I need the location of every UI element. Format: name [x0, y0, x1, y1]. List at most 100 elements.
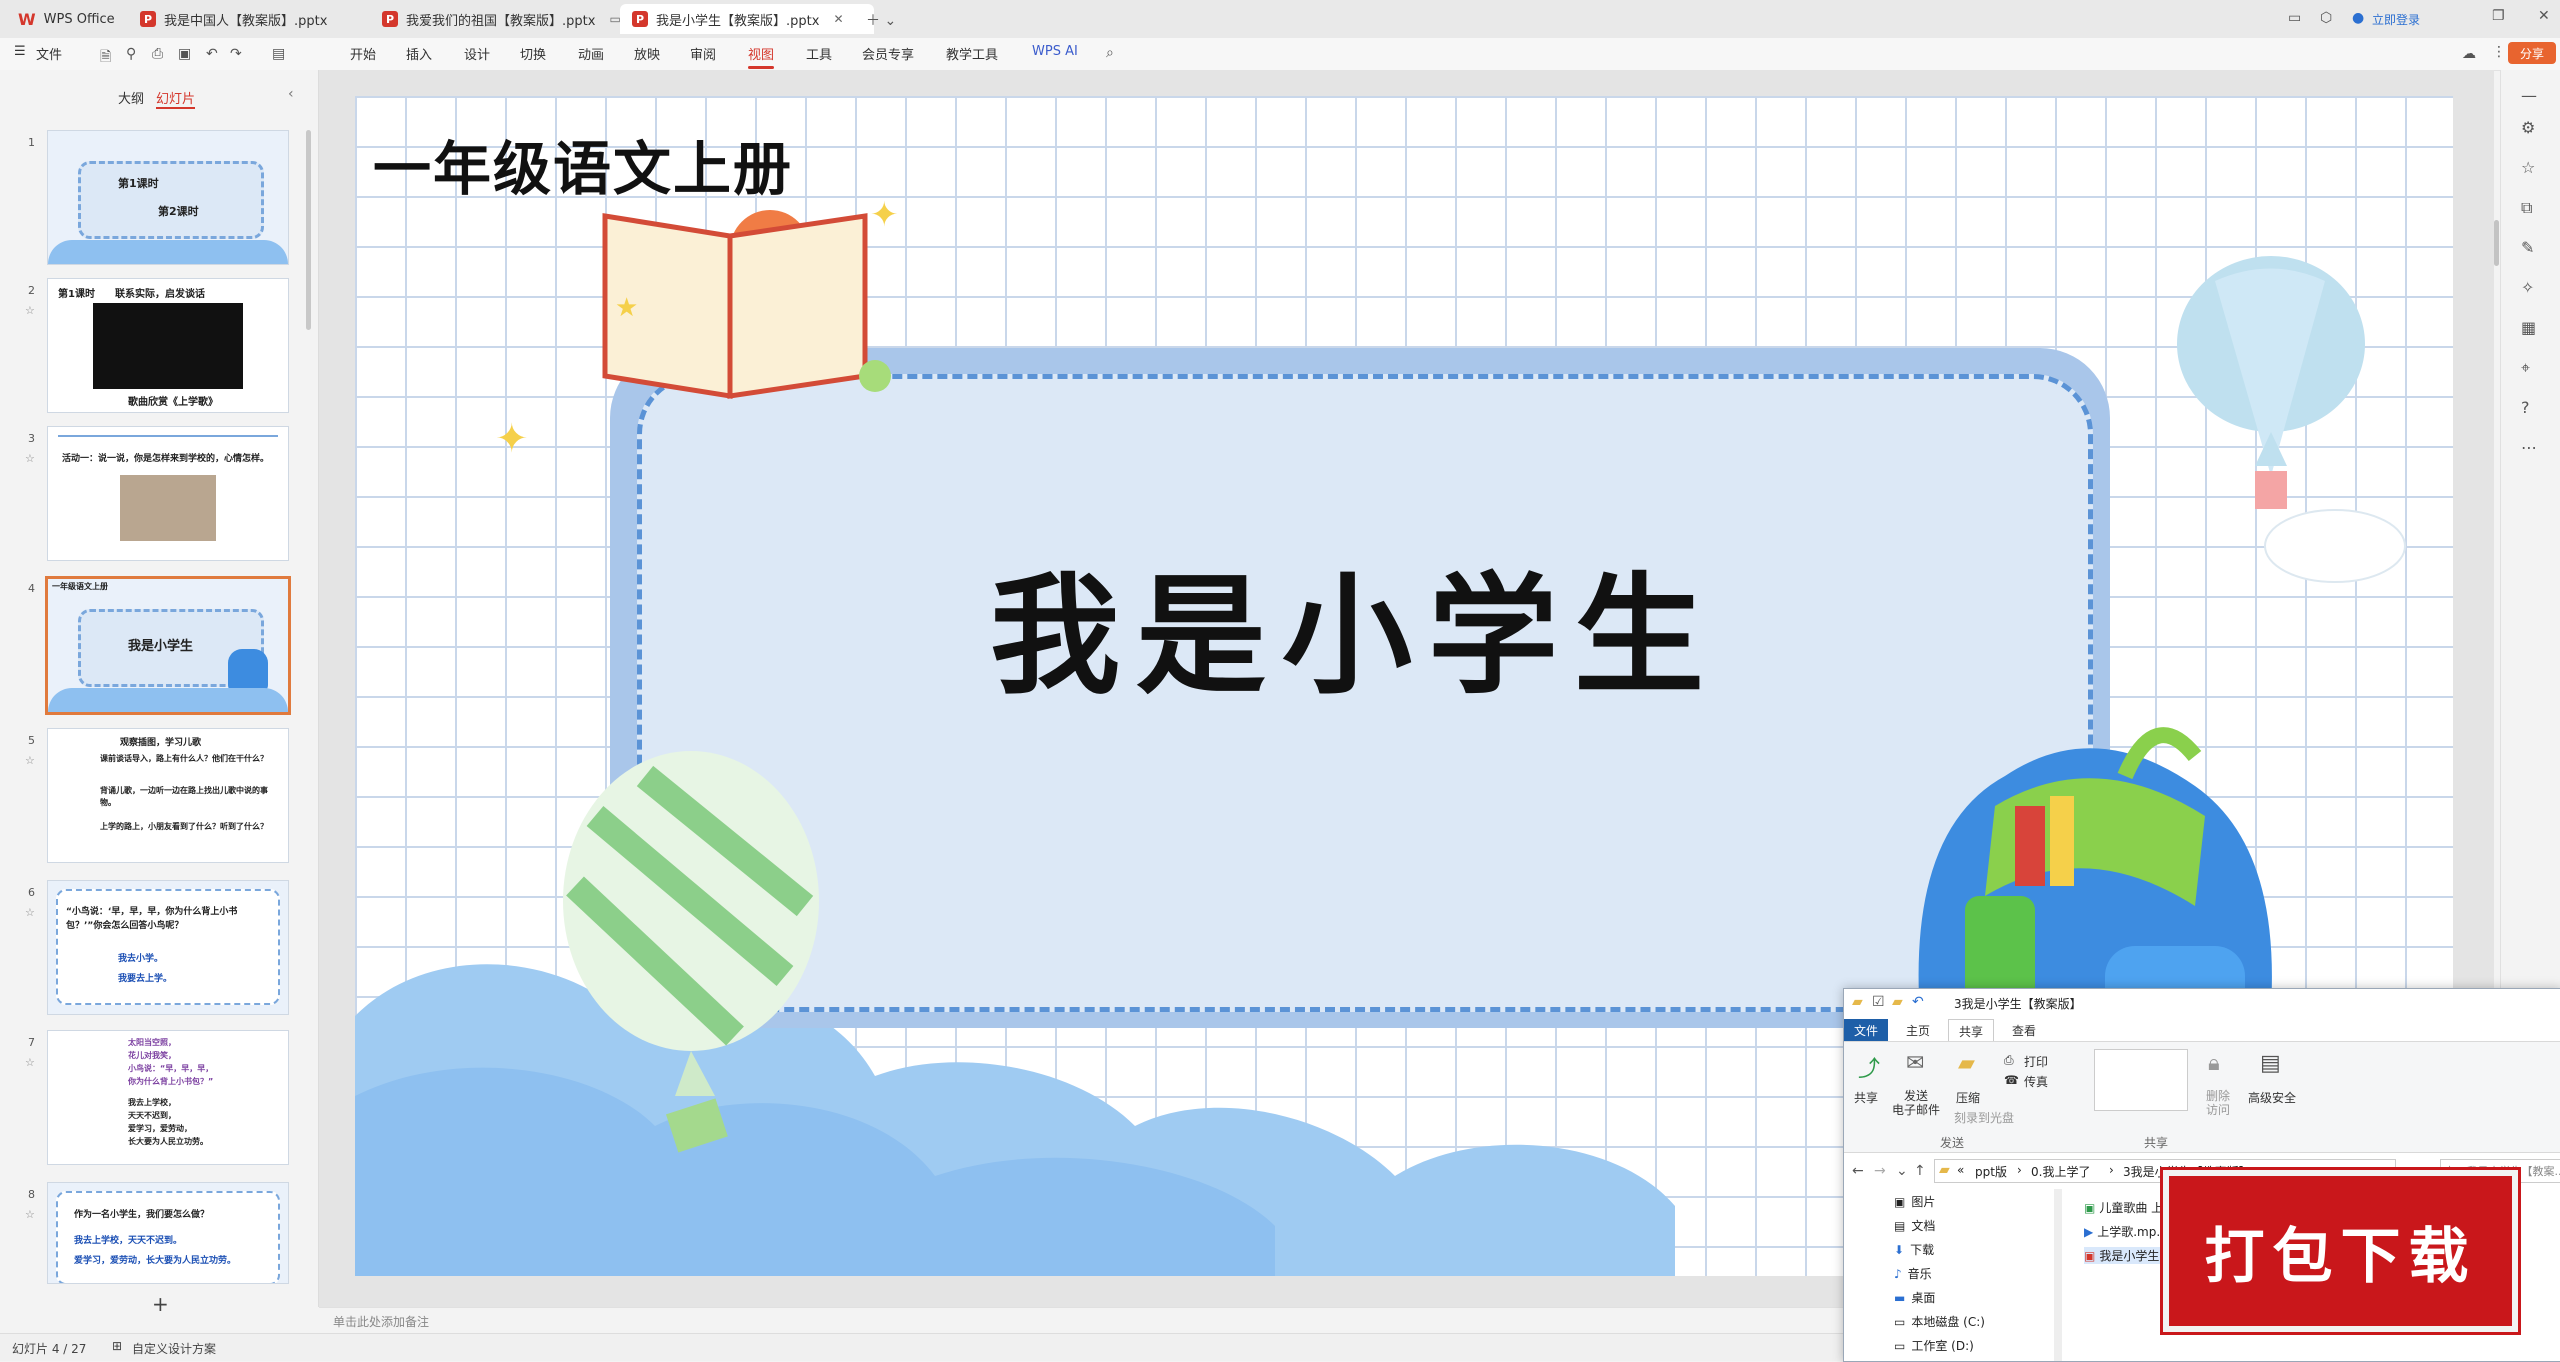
file-item[interactable]: ▶ 上学歌.mp... — [2084, 1223, 2168, 1240]
more-icon[interactable]: ⋮ — [2492, 44, 2506, 60]
file-item[interactable]: ▣ 儿童歌曲 上... — [2084, 1199, 2175, 1216]
share-icon[interactable]: ⤴ — [1858, 1051, 1880, 1083]
magic-icon[interactable]: ✧ — [2521, 278, 2534, 297]
slide-thumb-6[interactable]: “小鸟说：‘早，早，早，你为什么背上小书包？’”你会怎么回答小鸟呢？ 我去小学。… — [47, 880, 289, 1015]
tree-item-desktop[interactable]: ▬ 桌面 — [1894, 1289, 1935, 1306]
slide-thumb-2[interactable]: 第1课时 联系实际，启发谈话 歌曲欣赏《上学歌》 — [47, 278, 289, 413]
ribbon-tab-view[interactable]: 查看 — [2002, 1019, 2046, 1042]
ribbon-zip-button[interactable]: 压缩 — [1956, 1089, 1980, 1106]
tab-doc-1[interactable]: P 我是中国人【教案版】.pptx — [128, 4, 382, 34]
path-segment[interactable]: 0.我上学了 — [2031, 1163, 2090, 1180]
properties-icon[interactable]: ☑ — [1872, 994, 1885, 1010]
login-link[interactable]: 立即登录 — [2372, 11, 2420, 28]
menu-item[interactable]: 教学工具 — [946, 44, 998, 63]
tab-slides[interactable]: 幻灯片 — [156, 88, 196, 109]
recent-icon[interactable]: ⌄ — [1896, 1163, 1908, 1179]
download-badge[interactable]: 打包下载 — [2160, 1167, 2521, 1335]
slide-thumb-1[interactable]: 第1课时 第2课时 — [47, 130, 289, 265]
security-icon[interactable]: ▤ — [2260, 1051, 2281, 1076]
restore-icon[interactable]: ❐ — [2492, 8, 2505, 24]
cube-icon[interactable]: ⬡ — [2320, 10, 2332, 26]
window-icon[interactable]: ▭ — [2288, 10, 2301, 26]
ribbon-print-button[interactable]: 打印 — [2024, 1053, 2048, 1070]
canvas-scrollbar[interactable] — [2494, 220, 2499, 266]
tree-item-pictures[interactable]: ▣ 图片 — [1894, 1193, 1935, 1210]
help-icon[interactable]: ? — [2521, 398, 2530, 417]
zip-icon[interactable]: ▰ — [1958, 1051, 1975, 1076]
new-tab-icon[interactable]: ＋ ⌄ — [866, 10, 896, 30]
tree-scrollbar[interactable] — [2054, 1189, 2062, 1361]
settings-icon[interactable]: ⚙ — [2521, 118, 2535, 137]
slide-thumb-5[interactable]: 观察插图，学习儿歌 课前谈话导入，路上有什么人？他们在干什么？ 背诵儿歌，一边听… — [47, 728, 289, 863]
menu-item[interactable]: 会员专享 — [862, 44, 914, 63]
path-segment[interactable]: ppt版 — [1975, 1163, 2007, 1180]
print-icon[interactable]: ⎙ — [152, 46, 163, 62]
wps-ai-button[interactable]: WPS AI — [1032, 44, 1078, 59]
tab-outline[interactable]: 大纲 — [118, 88, 144, 107]
ribbon-tab-home[interactable]: 主页 — [1896, 1019, 1940, 1042]
ribbon-advanced-security-button[interactable]: 高级安全 — [2248, 1089, 2296, 1106]
copy-icon[interactable]: ⧉ — [2521, 198, 2532, 218]
star-icon[interactable]: ☆ — [2521, 158, 2535, 177]
design-icon[interactable]: ⊞ — [112, 1339, 122, 1353]
tree-item-drive-d[interactable]: ▭ 工作室 (D:) — [1894, 1337, 1974, 1354]
tab-doc-3[interactable]: P 我是小学生【教案版】.pptx ✕ — [620, 4, 874, 34]
tree-item-drive-c[interactable]: ▭ 本地磁盘 (C:) — [1894, 1313, 1985, 1330]
menu-item[interactable]: 开始 — [350, 44, 376, 63]
share-button[interactable]: 分享 — [2508, 42, 2556, 64]
star-icon[interactable]: ☆ — [25, 1208, 35, 1221]
menu-item[interactable]: 放映 — [634, 44, 660, 63]
menu-item-active[interactable]: 视图 — [748, 44, 775, 69]
redo-icon[interactable]: ↷ — [230, 46, 242, 62]
ribbon-tab-file[interactable]: 文件 — [1844, 1019, 1889, 1042]
ribbon-share-button[interactable]: 共享 — [1854, 1089, 1878, 1106]
tab-doc-2[interactable]: P 我爱我们的祖国【教案版】.pptx ▭ — [370, 4, 634, 34]
star-icon[interactable]: ☆ — [25, 1056, 35, 1069]
slide-thumb-3[interactable]: 活动一：说一说，你是怎样来到学校的，心情怎样。 — [47, 426, 289, 561]
share-list[interactable] — [2094, 1049, 2188, 1111]
format-painter-icon[interactable]: ▤ — [272, 46, 285, 62]
slide-thumb-8[interactable]: 作为一名小学生，我们要怎么做？ 我去上学校，天天不迟到。 爱学习，爱劳动，长大要… — [47, 1182, 289, 1284]
menu-item[interactable]: 插入 — [406, 44, 432, 63]
add-slide-button[interactable]: + — [152, 1292, 169, 1316]
more-icon[interactable]: ⋯ — [2521, 438, 2537, 457]
tab-home[interactable]: W WPS Office — [6, 4, 127, 34]
ribbon-fax-button[interactable]: 传真 — [2024, 1073, 2048, 1090]
star-icon[interactable]: ☆ — [25, 304, 35, 317]
undo-icon[interactable]: ↶ — [206, 46, 218, 62]
new-folder-icon[interactable]: ▰ — [1892, 994, 1903, 1010]
file-item-selected[interactable]: ▣ 我是小学生... — [2084, 1247, 2171, 1264]
scrollbar[interactable] — [306, 130, 311, 330]
ribbon-email-button[interactable]: 发送 电子邮件 — [1892, 1089, 1940, 1117]
notes-placeholder[interactable]: 单击此处添加备注 — [333, 1313, 429, 1330]
email-icon[interactable]: ✉ — [1906, 1051, 1924, 1076]
brush-icon[interactable]: ⌖ — [2521, 358, 2530, 378]
slide-thumb-7[interactable]: 太阳当空照， 花儿对我笑， 小鸟说：“早，早，早， 你为什么背上小书包？” 我去… — [47, 1030, 289, 1165]
up-icon[interactable]: ↑ — [1914, 1163, 1926, 1179]
slide-thumb-4[interactable]: 一年级语文上册 我是小学生 — [45, 576, 291, 715]
menu-item[interactable]: 设计 — [464, 44, 490, 63]
star-icon[interactable]: ☆ — [25, 452, 35, 465]
tree-item-documents[interactable]: ▤ 文档 — [1894, 1217, 1935, 1234]
link-icon[interactable]: ⚲ — [126, 46, 136, 62]
user-icon[interactable]: ● — [2352, 10, 2364, 26]
hamburger-icon[interactable]: ☰ — [14, 44, 26, 59]
back-icon[interactable]: ← — [1852, 1163, 1864, 1179]
star-icon[interactable]: ☆ — [25, 906, 35, 919]
design-scheme-label[interactable]: 自定义设计方案 — [132, 1340, 216, 1357]
collapse-icon[interactable]: ‹ — [288, 86, 294, 102]
forward-icon[interactable]: → — [1874, 1163, 1886, 1179]
menu-item[interactable]: 动画 — [578, 44, 604, 63]
tree-item-downloads[interactable]: ⬇ 下载 — [1894, 1241, 1934, 1258]
close-icon[interactable]: ✕ — [833, 12, 843, 26]
print-icon[interactable]: ⎙ — [2004, 1053, 2014, 1068]
menu-item[interactable]: 切换 — [520, 44, 546, 63]
menu-file[interactable]: 文件 — [36, 44, 62, 63]
ribbon-tab-share[interactable]: 共享 — [1948, 1019, 1995, 1043]
star-icon[interactable]: ☆ — [25, 754, 35, 767]
fax-icon[interactable]: ☎ — [2004, 1073, 2019, 1087]
layout-icon[interactable]: ▦ — [2521, 318, 2536, 337]
menu-item[interactable]: 审阅 — [690, 44, 716, 63]
minus-icon[interactable]: — — [2521, 86, 2537, 105]
undo-icon[interactable]: ↶ — [1912, 994, 1924, 1010]
